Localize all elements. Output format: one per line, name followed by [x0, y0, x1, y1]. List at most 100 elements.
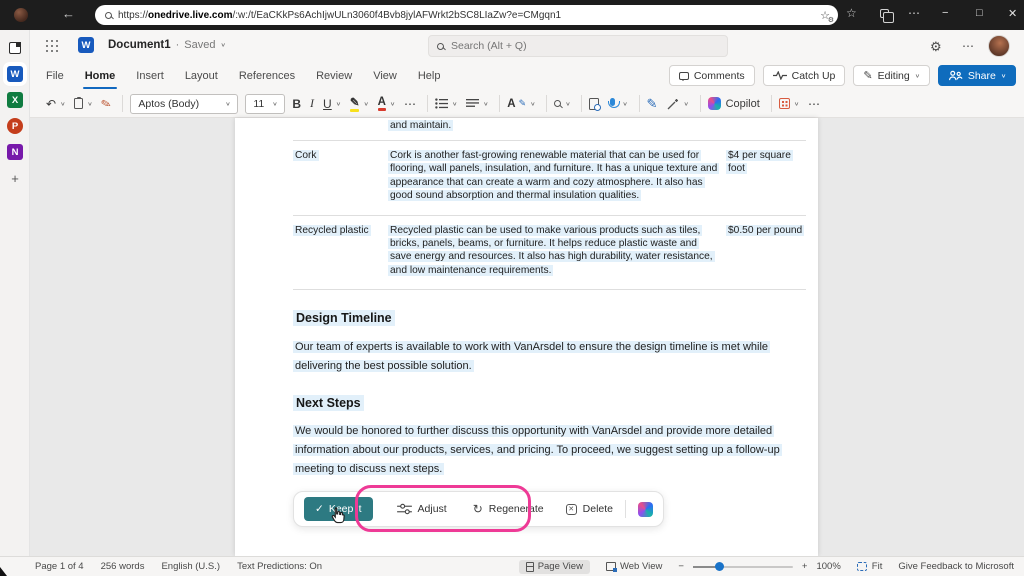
add-ins-button[interactable]: ∨	[779, 98, 799, 109]
minimize-button[interactable]: −	[942, 7, 948, 19]
browser-menu-icon[interactable]: ⋯	[908, 6, 920, 20]
add-app-button[interactable]: +	[7, 170, 23, 186]
close-button[interactable]: ✕	[1008, 7, 1017, 20]
table-row[interactable]: Recycled plastic Recycled plastic can be…	[293, 216, 806, 291]
search-icon	[554, 100, 561, 107]
bold-button[interactable]: B	[292, 97, 301, 111]
divider	[771, 95, 772, 112]
font-name-select[interactable]: Aptos (Body)∨	[130, 94, 238, 114]
share-button[interactable]: Share∨	[938, 65, 1016, 86]
bullets-button[interactable]: ∨	[435, 98, 457, 109]
italic-button[interactable]: I	[310, 96, 314, 111]
table-row[interactable]: Cork Cork is another fast-growing renewa…	[293, 141, 806, 216]
zoom-in-button[interactable]: +	[802, 561, 808, 572]
ribbon-toolbar: ↶∨ ∨ ✎ Aptos (Body)∨ 11∨ B I U∨ ✎∨ A∨ ⋯ …	[30, 90, 1024, 118]
excel-app-icon[interactable]: X	[7, 92, 23, 108]
tab-home[interactable]: Home	[85, 70, 116, 82]
word-app-icon[interactable]: W	[7, 66, 23, 82]
browser-bar: ← ↻ https://onedrive.live.com/:w:/t/EaCK…	[0, 0, 1024, 30]
clipboard-icon	[74, 98, 83, 109]
add-ins-icon	[779, 98, 790, 109]
section-paragraph[interactable]: We would be honored to further discuss t…	[293, 422, 806, 479]
favorite-page-icon[interactable]: ☆⚙	[820, 9, 830, 22]
save-status[interactable]: Saved	[184, 39, 215, 51]
app-launcher-icon[interactable]	[46, 40, 59, 53]
word-header: W Document1 · Saved ∨ ⚙ ⋯	[30, 30, 1024, 62]
fit-button[interactable]: Fit	[850, 560, 890, 574]
web-view-button[interactable]: Web View	[599, 560, 669, 574]
tab-file[interactable]: File	[46, 70, 64, 82]
tab-review[interactable]: Review	[316, 70, 352, 82]
header-more-icon[interactable]: ⋯	[962, 39, 974, 53]
word-count[interactable]: 256 words	[101, 561, 145, 572]
regenerate-button[interactable]: ↻Regenerate	[473, 502, 544, 516]
zoom-slider-thumb[interactable]	[715, 562, 724, 571]
description-cell: Recycled plastic can be used to make var…	[388, 225, 715, 276]
page-count[interactable]: Page 1 of 4	[35, 561, 84, 572]
delete-button[interactable]: ✕Delete	[566, 503, 613, 515]
tab-view[interactable]: View	[373, 70, 397, 82]
ribbon-tabs: File Home Insert Layout References Revie…	[30, 62, 1024, 90]
onedrive-app-icon[interactable]	[7, 40, 23, 56]
text-predictions-indicator[interactable]: Text Predictions: On	[237, 561, 322, 572]
section-heading: Design Timeline	[293, 311, 806, 325]
copilot-button[interactable]: Copilot	[708, 97, 760, 110]
tab-help[interactable]: Help	[418, 70, 441, 82]
highlight-color-button[interactable]: ✎∨	[350, 95, 369, 112]
find-button[interactable]: ∨	[554, 100, 570, 108]
language-indicator[interactable]: English (U.S.)	[161, 561, 220, 572]
catch-up-button[interactable]: Catch Up	[763, 65, 846, 86]
document-title[interactable]: Document1	[108, 39, 171, 51]
browser-profile-avatar[interactable]	[14, 8, 28, 22]
feedback-link[interactable]: Give Feedback to Microsoft	[898, 561, 1014, 572]
font-color-icon: A	[378, 96, 386, 111]
collections-icon[interactable]	[880, 9, 889, 18]
adjust-button[interactable]: Adjust	[397, 503, 447, 515]
maximize-button[interactable]: □	[976, 7, 983, 19]
format-painter-button[interactable]: ✎	[101, 97, 111, 111]
tab-layout[interactable]: Layout	[185, 70, 218, 82]
zoom-slider[interactable]	[693, 566, 793, 568]
people-icon	[948, 70, 963, 81]
search-input[interactable]	[451, 40, 719, 52]
tab-references[interactable]: References	[239, 70, 295, 82]
designer-button[interactable]: ∨	[666, 98, 688, 110]
page-view-button[interactable]: Page View	[519, 560, 590, 574]
editing-mode-button[interactable]: ✎Editing∨	[853, 65, 929, 86]
document-page[interactable]: and maintain. Cork Cork is another fast-…	[235, 118, 818, 556]
undo-button[interactable]: ↶∨	[46, 97, 65, 111]
dictate-button[interactable]: ∨	[608, 98, 627, 109]
editor-pen-icon: ✎	[647, 96, 658, 112]
divider	[499, 95, 500, 112]
table-row-partial[interactable]: and maintain.	[293, 118, 806, 141]
section-paragraph[interactable]: Our team of experts is available to work…	[293, 338, 806, 376]
zoom-out-button[interactable]: −	[678, 561, 684, 572]
find-replace-button[interactable]	[589, 98, 599, 110]
more-formatting-button[interactable]: ⋯	[404, 97, 416, 111]
paste-button[interactable]: ∨	[74, 98, 92, 109]
address-bar[interactable]: https://onedrive.live.com/:w:/t/EaCKkPs6…	[95, 5, 838, 25]
powerpoint-app-icon[interactable]: P	[7, 118, 23, 134]
copilot-icon[interactable]	[638, 502, 653, 517]
word-logo-icon[interactable]: W	[78, 37, 94, 53]
toolbar-more-button[interactable]: ⋯	[808, 97, 820, 111]
underline-button[interactable]: U∨	[323, 97, 341, 111]
search-box[interactable]	[428, 35, 728, 57]
copilot-action-row: ✓Keep it Adjust ↻Regenerate ✕Delete	[293, 491, 806, 527]
font-size-select[interactable]: 11∨	[245, 94, 285, 114]
user-avatar[interactable]	[988, 35, 1010, 57]
favorites-icon[interactable]: ☆	[846, 6, 857, 20]
document-canvas: and maintain. Cork Cork is another fast-…	[30, 118, 1024, 556]
comments-button[interactable]: Comments	[669, 65, 755, 86]
font-color-button[interactable]: A∨	[378, 96, 395, 111]
onenote-app-icon[interactable]: N	[7, 144, 23, 160]
editor-button[interactable]: ✎	[647, 96, 658, 112]
settings-gear-icon[interactable]: ⚙	[930, 39, 942, 55]
zoom-level[interactable]: 100%	[816, 561, 840, 572]
styles-button[interactable]: A✎∨	[507, 98, 535, 110]
status-bar: Page 1 of 4 256 words English (U.S.) Tex…	[0, 556, 1024, 576]
back-icon[interactable]: ←	[62, 6, 75, 21]
line-spacing-button[interactable]: ∨	[466, 98, 488, 109]
copilot-icon	[708, 97, 721, 110]
tab-insert[interactable]: Insert	[136, 70, 164, 82]
